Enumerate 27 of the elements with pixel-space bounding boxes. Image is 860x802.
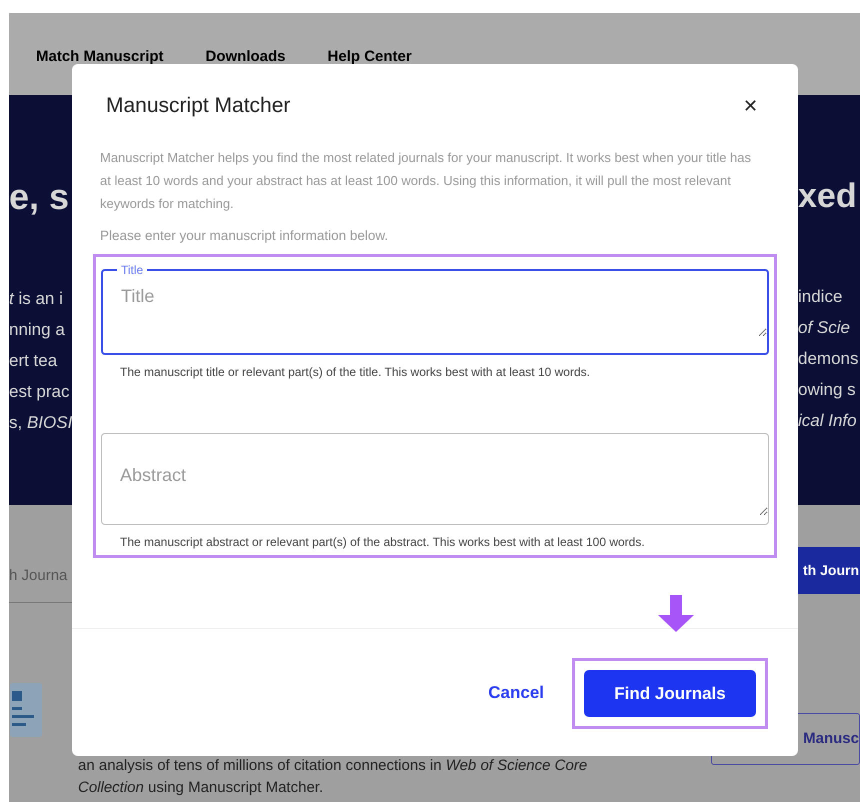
- hero-text: of Scie: [798, 317, 851, 339]
- dialog-title: Manuscript Matcher: [106, 93, 290, 119]
- hero-text: ical Info: [798, 410, 858, 432]
- helper-text: The manuscript title or relevant part(s) of the title. This works best with at least 10 words.: [120, 364, 591, 381]
- body-text: an analysis of tens of millions of citation connections in Web of Science Core Collection using Manuscript Matcher.: [78, 756, 588, 798]
- hero-headline: e, s: [9, 179, 70, 215]
- arrow-icon: [658, 595, 694, 632]
- helper-text: The manuscript abstract or relevant part(s) of the abstract. This works best with at least 100 words.: [120, 534, 646, 551]
- text-area[interactable]: Title Title: [101, 262, 769, 355]
- hero-text: s, BIOSI: [9, 412, 72, 434]
- dialog-prompt: Please enter your manuscript information below.: [100, 226, 390, 245]
- search-button[interactable]: th Journ: [798, 547, 860, 594]
- hero-text: demons: [798, 348, 860, 370]
- text-area[interactable]: Abstract: [101, 432, 769, 525]
- hero-text: owing s: [798, 379, 857, 401]
- hero-text: t is an i: [9, 288, 64, 310]
- field-label: Title: [120, 262, 144, 277]
- hero-text: indice: [798, 286, 844, 308]
- find-journals-button[interactable]: Find Journals: [584, 670, 756, 717]
- close-button[interactable]: ✕: [743, 96, 758, 115]
- hero-text: est prac: [9, 381, 70, 403]
- hero-text: nning a: [9, 319, 66, 341]
- cancel-link[interactable]: Cancel: [488, 680, 544, 706]
- hero-text: ert tea: [9, 350, 58, 372]
- list-icon: [10, 683, 42, 737]
- dialog-description: Manuscript Matcher helps you find the most related journals for your manuscript. It works best when your title has at least 10 words and your abstract has at least 100 words. Using this information, it will pull the most relevant keywords for matching.: [100, 148, 752, 213]
- hero-headline: xed: [798, 179, 858, 213]
